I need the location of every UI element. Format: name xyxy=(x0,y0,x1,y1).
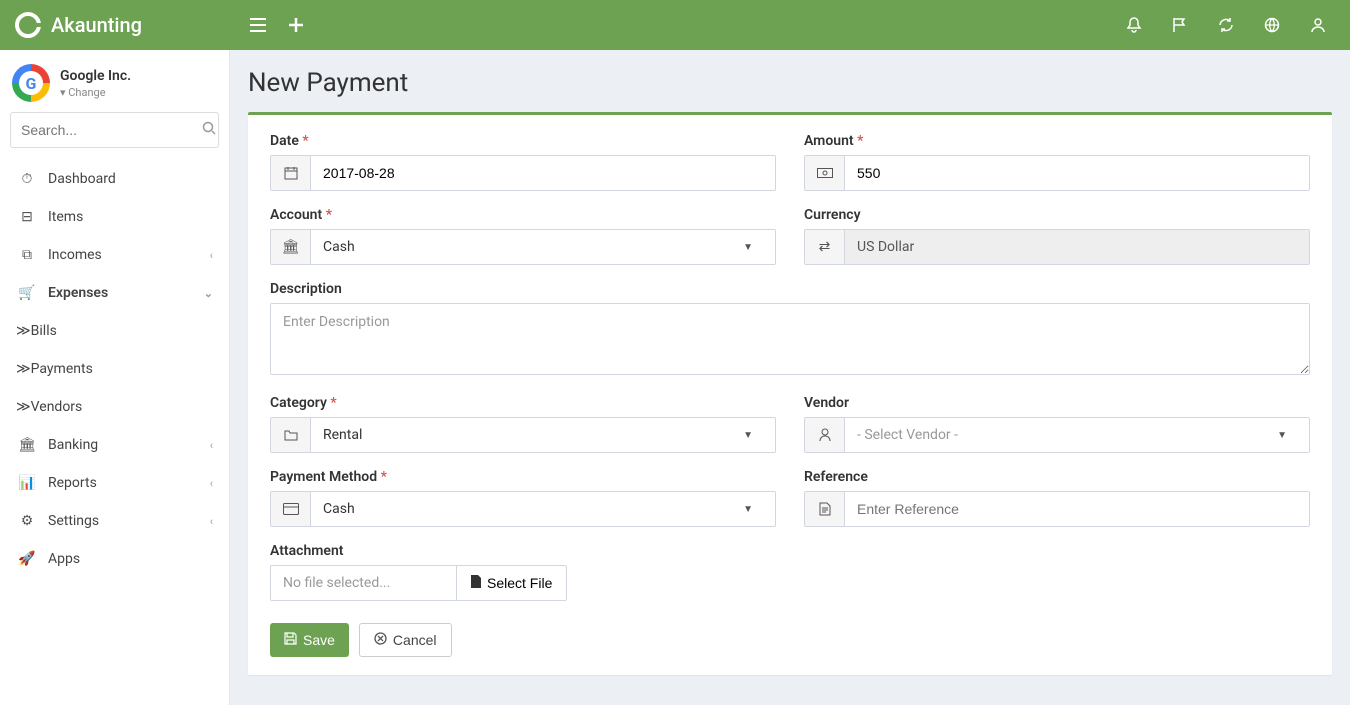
rocket-icon: 🚀 xyxy=(16,551,38,567)
refresh-icon[interactable] xyxy=(1216,15,1236,35)
page-title: New Payment xyxy=(248,68,1332,98)
category-label: Category * xyxy=(270,395,776,411)
chevron-left-icon: ‹ xyxy=(210,515,213,528)
sidebar-item-apps[interactable]: 🚀Apps xyxy=(0,540,229,578)
dashboard-icon: ⏱ xyxy=(16,171,38,187)
date-field[interactable] xyxy=(270,155,776,191)
bank-icon: 🏛 xyxy=(16,437,38,453)
person-icon xyxy=(805,418,845,452)
description-label: Description xyxy=(270,281,1310,297)
amount-field[interactable] xyxy=(804,155,1310,191)
chevron-left-icon: ‹ xyxy=(210,249,213,262)
reference-input[interactable] xyxy=(845,492,1309,526)
company-change[interactable]: ▾ Change xyxy=(60,86,131,99)
reports-icon: 📊 xyxy=(16,475,38,491)
reference-field[interactable] xyxy=(804,491,1310,527)
user-icon[interactable] xyxy=(1308,15,1328,35)
items-icon: ⊟ xyxy=(16,209,38,225)
sidebar-item-reports[interactable]: 📊Reports‹ xyxy=(0,464,229,502)
topbar: Akaunting xyxy=(0,0,1350,50)
folder-icon xyxy=(271,418,311,452)
brand-name: Akaunting xyxy=(51,13,142,37)
search-input-wrap xyxy=(10,112,219,148)
company-name: Google Inc. xyxy=(60,68,131,84)
chevron-down-icon: ⌄ xyxy=(204,287,213,300)
search-icon[interactable] xyxy=(202,121,216,139)
save-button[interactable]: Save xyxy=(270,623,349,657)
exchange-icon: ⇄ xyxy=(805,230,845,264)
sidebar-item-dashboard[interactable]: ⏱Dashboard xyxy=(0,160,229,198)
amount-input[interactable] xyxy=(845,156,1309,190)
money-icon xyxy=(805,156,845,190)
gear-icon: ⚙ xyxy=(16,513,38,529)
sidebar-subitem-bills[interactable]: ≫Bills xyxy=(0,312,229,350)
caret-down-icon: ▼ xyxy=(1277,430,1297,441)
bell-icon[interactable] xyxy=(1124,15,1144,35)
sidebar-item-banking[interactable]: 🏛Banking‹ xyxy=(0,426,229,464)
brand[interactable]: Akaunting xyxy=(0,12,230,38)
plus-icon[interactable] xyxy=(286,15,306,35)
caret-down-icon: ▼ xyxy=(743,504,763,515)
attachment-label: Attachment xyxy=(270,543,776,559)
main-content: New Payment Date * Amount * xyxy=(230,50,1350,705)
vendor-label: Vendor xyxy=(804,395,1310,411)
currency-field: ⇄ US Dollar xyxy=(804,229,1310,265)
account-select[interactable]: 🏛 Cash▼ xyxy=(270,229,776,265)
globe-icon[interactable] xyxy=(1262,15,1282,35)
chevron-left-icon: ‹ xyxy=(210,439,213,452)
company-logo-icon xyxy=(12,64,50,102)
company-switcher[interactable]: Google Inc. ▾ Change xyxy=(0,50,229,112)
vendor-select[interactable]: - Select Vendor -▼ xyxy=(804,417,1310,453)
menu-toggle-icon[interactable] xyxy=(248,15,268,35)
cancel-icon xyxy=(374,632,387,648)
attachment-filename: No file selected... xyxy=(270,565,456,601)
sub-arrow-icon: ≫ xyxy=(16,399,31,415)
date-label: Date * xyxy=(270,133,776,149)
file-text-icon xyxy=(805,492,845,526)
caret-down-icon: ▼ xyxy=(743,242,763,253)
payment-method-select[interactable]: Cash▼ xyxy=(270,491,776,527)
flag-icon[interactable] xyxy=(1170,15,1190,35)
date-input[interactable] xyxy=(311,156,775,190)
sidebar: Google Inc. ▾ Change ⏱Dashboard ⊟Items ⧉… xyxy=(0,50,230,705)
sidebar-subitem-payments[interactable]: ≫Payments xyxy=(0,350,229,388)
amount-label: Amount * xyxy=(804,133,1310,149)
sub-arrow-icon: ≫ xyxy=(16,361,31,377)
payment-method-label: Payment Method * xyxy=(270,469,776,485)
cancel-button[interactable]: Cancel xyxy=(359,623,452,657)
description-input[interactable] xyxy=(270,303,1310,375)
caret-down-icon: ▼ xyxy=(743,430,763,441)
expenses-icon: 🛒 xyxy=(16,285,38,301)
search-input[interactable] xyxy=(21,122,202,138)
form-card: Date * Amount * xyxy=(248,112,1332,675)
category-select[interactable]: Rental▼ xyxy=(270,417,776,453)
save-icon xyxy=(284,632,297,648)
brand-logo-icon xyxy=(15,12,41,38)
chevron-left-icon: ‹ xyxy=(210,477,213,490)
file-icon xyxy=(471,575,481,591)
sidebar-item-expenses[interactable]: 🛒Expenses⌄ xyxy=(0,274,229,312)
account-label: Account * xyxy=(270,207,776,223)
incomes-icon: ⧉ xyxy=(16,247,38,263)
bank-icon: 🏛 xyxy=(271,230,311,264)
reference-label: Reference xyxy=(804,469,1310,485)
calendar-icon xyxy=(271,156,311,190)
sidebar-item-items[interactable]: ⊟Items xyxy=(0,198,229,236)
sidebar-item-settings[interactable]: ⚙Settings‹ xyxy=(0,502,229,540)
sidebar-item-incomes[interactable]: ⧉Incomes‹ xyxy=(0,236,229,274)
sub-arrow-icon: ≫ xyxy=(16,323,31,339)
select-file-button[interactable]: Select File xyxy=(456,565,567,601)
card-icon xyxy=(271,492,311,526)
currency-label: Currency xyxy=(804,207,1310,223)
sidebar-subitem-vendors[interactable]: ≫Vendors xyxy=(0,388,229,426)
